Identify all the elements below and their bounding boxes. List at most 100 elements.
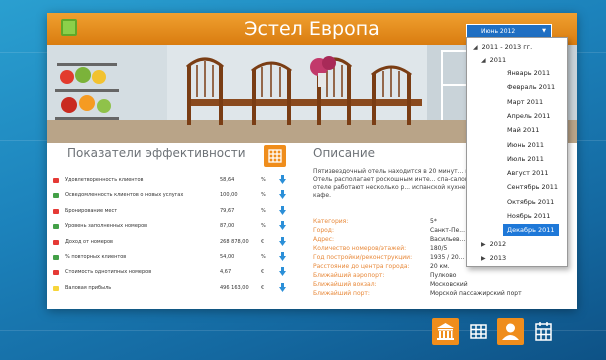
hotels-button[interactable] <box>432 318 459 345</box>
tree-month-item[interactable]: Март 2011 <box>507 98 543 110</box>
tree-year-2013[interactable]: ▶ 2013 <box>481 254 506 266</box>
arrow-down-icon[interactable] <box>279 190 286 200</box>
tree-month-item[interactable]: Август 2011 <box>507 169 549 181</box>
info-value: Московский <box>430 281 468 288</box>
kpi-row: Бронирование мест 79,67% <box>53 205 293 219</box>
status-indicator <box>53 193 59 199</box>
arrow-down-icon[interactable] <box>279 282 286 292</box>
kpi-value: 79,67 <box>220 207 235 214</box>
app-title: Эстел Европа <box>244 18 380 40</box>
kpi-row: Валовая прибыль 496 163,00 € <box>53 282 293 296</box>
arrow-down-icon[interactable] <box>279 221 286 231</box>
kpi-unit: % <box>261 254 266 260</box>
arrow-down-icon[interactable] <box>279 175 286 184</box>
info-value: 1935 / 20... <box>430 254 465 261</box>
info-value: 180/5 <box>430 245 448 252</box>
info-key: Ближайший порт: <box>313 290 370 297</box>
expand-triangle-icon: ◢ <box>473 44 478 51</box>
kpi-unit: % <box>261 177 266 183</box>
kpi-title: Показатели эффективности <box>67 146 246 160</box>
status-indicator <box>53 239 59 245</box>
kpi-row: Удовлетворенность клиентов 58,64% <box>53 174 293 188</box>
tree-month-item[interactable]: Сентябрь 2011 <box>507 183 558 195</box>
grid-icon <box>268 149 282 163</box>
tree-month-item[interactable]: Апрель 2011 <box>507 112 550 124</box>
logo-icon[interactable] <box>61 19 77 36</box>
kpi-row: Доход от номеров 268 878,00 € <box>53 236 293 250</box>
tree-month-item[interactable]: Январь 2011 <box>507 69 550 81</box>
expand-triangle-icon: ◢ <box>481 57 486 64</box>
info-value: Санкт-Пе... <box>430 227 465 234</box>
kpi-value: 87,00 <box>220 223 235 230</box>
info-key: Ближайший вокзал: <box>313 281 377 288</box>
kpi-value: 58,64 <box>220 177 235 183</box>
kpi-value: 4,67 <box>220 269 232 276</box>
tree-month-item[interactable]: Февраль 2011 <box>507 83 555 95</box>
info-key: Расстояние до центра города: <box>313 263 410 270</box>
kpi-label: Удовлетворенность клиентов <box>65 177 144 183</box>
info-value: 20 км. <box>430 263 450 270</box>
kpi-row: Уровень заполненных номеров 87,00% <box>53 220 293 234</box>
tree-year-label: 2012 <box>489 240 507 248</box>
arrow-down-icon[interactable] <box>279 236 286 246</box>
kpi-row: Осведомленность клиентов о новых услугах… <box>53 189 293 203</box>
kpi-label: % повторных клиентов <box>65 254 127 260</box>
kpi-unit: € <box>261 284 265 291</box>
calendar-icon <box>535 322 552 341</box>
person-icon <box>502 323 519 340</box>
description-title: Описание <box>313 146 376 160</box>
kpi-unit: € <box>261 238 265 245</box>
tree-month-item[interactable]: Октябрь 2011 <box>507 198 554 210</box>
grid-icon <box>470 324 487 339</box>
status-indicator <box>53 224 59 230</box>
info-key: Город: <box>313 227 334 234</box>
kpi-value: 54,00 <box>220 254 235 260</box>
info-key: Год постройки/реконструкции: <box>313 254 413 261</box>
info-key: Адрес: <box>313 236 335 243</box>
kpi-unit: € <box>261 269 265 276</box>
collapsed-triangle-icon: ▶ <box>481 255 486 262</box>
kpi-label: Валовая прибыль <box>65 284 112 291</box>
info-value: 5* <box>430 218 437 225</box>
info-row: Ближайший вокзал: Московский <box>313 281 573 290</box>
status-indicator <box>53 285 59 291</box>
kpi-unit: % <box>261 223 266 230</box>
kpi-value: 100,00 <box>220 192 238 199</box>
period-tree: ◢ 2011 - 2013 гг. ◢ 2011 Январь 2011 Феврал… <box>466 37 568 267</box>
info-key: Количество номеров/этажей: <box>313 245 407 252</box>
collapsed-triangle-icon: ▶ <box>481 241 486 248</box>
tree-root-label: 2011 - 2013 гг. <box>481 43 533 51</box>
status-indicator <box>53 208 59 214</box>
kpi-label: Бронирование мест <box>65 207 118 214</box>
arrow-down-icon[interactable] <box>279 205 286 215</box>
tree-year-2011[interactable]: ◢ 2011 <box>481 56 506 68</box>
tree-month-item[interactable]: Июнь 2011 <box>507 141 544 153</box>
table-view-button[interactable] <box>264 145 286 167</box>
kpi-unit: % <box>261 207 266 214</box>
status-indicator <box>53 178 59 183</box>
tree-root[interactable]: ◢ 2011 - 2013 гг. <box>473 43 532 55</box>
table-button[interactable] <box>465 318 492 345</box>
tree-year-2012[interactable]: ▶ 2012 <box>481 240 506 252</box>
tree-month-item[interactable]: Ноябрь 2011 <box>507 212 550 224</box>
info-value: Пулково <box>430 272 457 279</box>
status-indicator <box>53 255 59 260</box>
kpi-label: Уровень заполненных номеров <box>65 223 148 230</box>
period-select[interactable]: Июнь 2012 ▼ <box>466 24 552 38</box>
period-select-value: Июнь 2012 <box>481 28 516 35</box>
info-key: Категория: <box>313 218 349 225</box>
tree-month-item[interactable]: Июль 2011 <box>507 155 544 167</box>
tree-month-item[interactable]: Май 2011 <box>507 126 539 138</box>
building-icon <box>437 323 454 340</box>
info-row: Ближайший порт: Морской пассажирский порт <box>313 290 573 299</box>
kpi-value: 268 878,00 <box>220 238 249 245</box>
calendar-button[interactable] <box>530 318 557 345</box>
tree-month-item[interactable]: Декабрь 2011 <box>503 224 559 237</box>
info-key: Ближайший аэропорт: <box>313 272 385 279</box>
tree-year-label: 2013 <box>489 254 507 262</box>
arrow-down-icon[interactable] <box>279 252 286 261</box>
arrow-down-icon[interactable] <box>279 267 286 277</box>
profile-button[interactable] <box>497 318 524 345</box>
kpi-value: 496 163,00 <box>220 284 249 291</box>
chevron-down-icon: ▼ <box>542 28 546 34</box>
